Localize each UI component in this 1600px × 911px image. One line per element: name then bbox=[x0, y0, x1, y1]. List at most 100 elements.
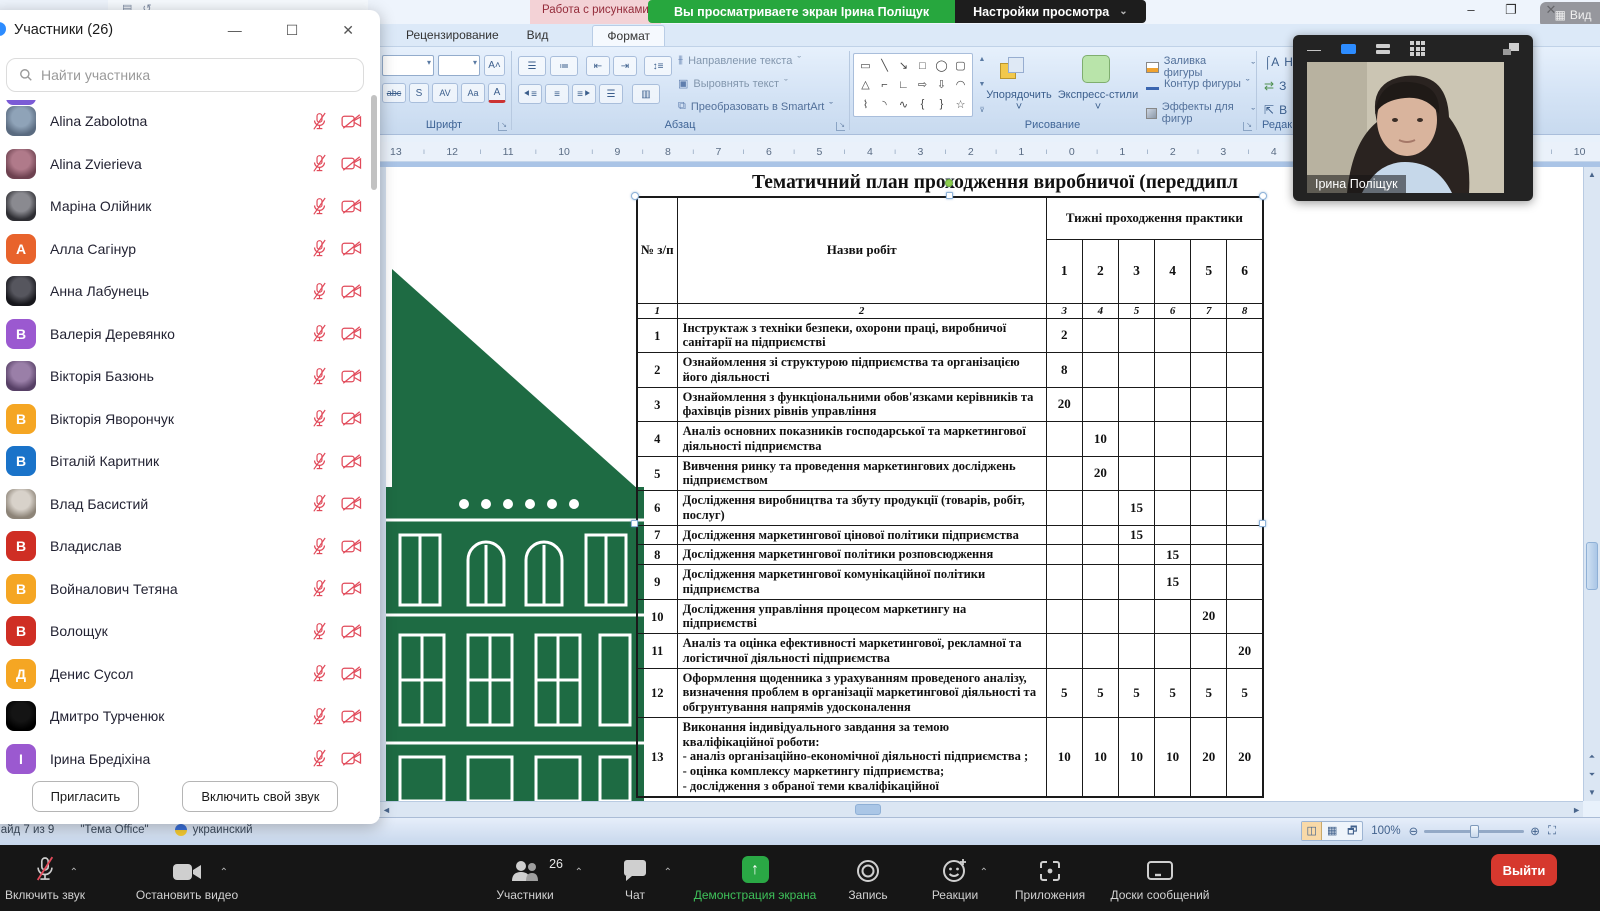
justify-button[interactable]: ☰ bbox=[599, 84, 623, 104]
shape-glyph[interactable]: ╲ bbox=[881, 59, 888, 72]
panel-close-button[interactable]: ✕ bbox=[342, 22, 354, 39]
font-dialog-launcher[interactable]: ↘ bbox=[498, 122, 507, 131]
numbering-button[interactable]: ≔ bbox=[550, 56, 578, 76]
participant-row[interactable]: Alina Zabolotna bbox=[0, 100, 380, 143]
chat-control[interactable]: ⌃ Чат bbox=[610, 853, 660, 902]
shape-glyph[interactable]: ∟ bbox=[898, 79, 909, 91]
stop-video-control[interactable]: ⌃ Остановить видео bbox=[112, 853, 262, 902]
window-minimize-button[interactable]: – bbox=[1462, 2, 1480, 18]
font-name-combo[interactable] bbox=[382, 55, 434, 76]
line-spacing-button[interactable]: ↕≡ bbox=[644, 56, 672, 76]
scroll-down-arrow[interactable]: ▼ bbox=[1584, 785, 1600, 801]
shape-glyph[interactable]: ◯ bbox=[935, 59, 947, 72]
shape-glyph[interactable]: ▭ bbox=[860, 59, 870, 72]
webcam-overlay[interactable]: — Ірина Поліщук bbox=[1293, 35, 1533, 201]
participant-row[interactable]: ВВікторія Яворончук bbox=[0, 398, 380, 441]
tab-format[interactable]: Формат bbox=[592, 25, 665, 46]
align-center-button[interactable]: ≡ bbox=[545, 84, 569, 104]
font-size-combo[interactable] bbox=[438, 55, 480, 76]
select-button[interactable]: ⇱В bbox=[1264, 103, 1287, 117]
audio-options-caret[interactable]: ⌃ bbox=[70, 867, 78, 878]
participant-row[interactable]: ІІрина Бредіхіна bbox=[0, 738, 380, 781]
panel-scrollbar-thumb[interactable] bbox=[371, 95, 377, 190]
panel-minimize-button[interactable]: — bbox=[228, 22, 242, 39]
replace-button[interactable]: ⇄З bbox=[1264, 79, 1286, 93]
reactions-caret[interactable]: ⌃ bbox=[980, 867, 988, 878]
drawing-dialog-launcher[interactable]: ↘ bbox=[1243, 122, 1252, 131]
resize-handle-top-right[interactable] bbox=[1259, 192, 1267, 200]
participant-row[interactable]: ВВолощук bbox=[0, 610, 380, 653]
participant-row[interactable]: Alina Zvierieva bbox=[0, 143, 380, 186]
align-right-button[interactable]: ≡⯈ bbox=[572, 84, 596, 104]
shape-fill-button[interactable]: Заливка фигуры ˇ bbox=[1146, 55, 1255, 79]
shape-glyph[interactable]: ⌇ bbox=[863, 98, 868, 111]
vertical-scrollbar[interactable]: ▲ ⏶ ⏷ ▼ bbox=[1583, 167, 1600, 801]
participant-row[interactable]: ДДенис Сусол bbox=[0, 653, 380, 696]
increase-indent-button[interactable]: ⇥ bbox=[613, 56, 637, 76]
panel-maximize-button[interactable]: ☐ bbox=[286, 22, 299, 39]
slideshow-button[interactable]: 🗗 bbox=[1342, 822, 1362, 840]
record-control[interactable]: Запись bbox=[838, 853, 898, 902]
gallery-view-icon[interactable] bbox=[1410, 41, 1425, 56]
zoom-slider[interactable]: ⊖⊕ bbox=[1409, 824, 1540, 838]
quick-styles-button[interactable]: Экспресс-стили˅ bbox=[1056, 89, 1140, 113]
scroll-up-arrow[interactable]: ▲ bbox=[1584, 167, 1600, 183]
grow-font-button[interactable]: A˄ bbox=[484, 55, 505, 76]
active-speaker-view-icon[interactable] bbox=[1341, 44, 1356, 54]
resize-handle-mid-right[interactable] bbox=[1259, 520, 1266, 527]
view-switcher[interactable]: ◫▦🗗 bbox=[1301, 821, 1363, 841]
minimize-video-icon[interactable]: — bbox=[1307, 41, 1321, 57]
shape-glyph[interactable]: { bbox=[921, 98, 925, 110]
arrange-button[interactable]: Упорядочить˅ bbox=[976, 89, 1062, 113]
shape-glyph[interactable]: ◝ bbox=[882, 98, 886, 111]
invite-button[interactable]: Пригласить bbox=[32, 781, 140, 812]
unmute-control[interactable]: ⌃ Включить звук bbox=[0, 853, 110, 902]
whiteboards-control[interactable]: Доски сообщений bbox=[1100, 853, 1220, 902]
align-text-button[interactable]: ▣Выровнять текст ˇ bbox=[678, 77, 788, 90]
next-slide-button[interactable]: ⏷ bbox=[1584, 767, 1600, 783]
normal-view-button[interactable]: ◫ bbox=[1302, 822, 1322, 840]
shape-glyph[interactable]: ⇩ bbox=[937, 78, 946, 91]
find-button[interactable]: ⌠AН bbox=[1264, 55, 1293, 69]
align-left-button[interactable]: ⯇≡ bbox=[518, 84, 542, 104]
shape-glyph[interactable]: □ bbox=[919, 60, 926, 72]
hscroll-thumb[interactable] bbox=[855, 804, 881, 815]
tab-view[interactable]: Вид bbox=[513, 25, 563, 45]
language-indicator[interactable]: украинский bbox=[175, 824, 253, 836]
shape-glyph[interactable]: ⇨ bbox=[918, 78, 927, 91]
resize-handle-mid-left[interactable] bbox=[631, 520, 638, 527]
zoom-out-icon[interactable]: ⊖ bbox=[1409, 824, 1419, 838]
share-screen-control[interactable]: ↑ Демонстрация экрана bbox=[685, 853, 825, 902]
shadow-button[interactable]: S bbox=[409, 83, 429, 103]
video-options-caret[interactable]: ⌃ bbox=[220, 867, 228, 878]
font-color-button[interactable]: A bbox=[488, 83, 506, 103]
reactions-control[interactable]: ⌃ Реакции bbox=[920, 853, 990, 902]
shape-glyph[interactable]: ↘ bbox=[899, 59, 908, 72]
fit-to-window-button[interactable]: ⛶ bbox=[1548, 825, 1556, 838]
shape-glyph[interactable]: } bbox=[940, 98, 944, 110]
participant-row[interactable]: ВВойналович Тетяна bbox=[0, 568, 380, 611]
participant-row[interactable]: Дмитро Турченюк bbox=[0, 695, 380, 738]
chat-caret[interactable]: ⌃ bbox=[664, 867, 672, 878]
text-direction-button[interactable]: ⫵Направление текста ˇ bbox=[678, 54, 801, 67]
slide-canvas[interactable]: Тематичний план проходження виробничої (… bbox=[380, 167, 1583, 801]
view-settings-button[interactable]: Настройки просмотра⌄ bbox=[955, 0, 1146, 23]
leave-meeting-button[interactable]: Выйти bbox=[1491, 854, 1557, 886]
shapes-gallery[interactable]: ▭╲↘□◯▢△⌐∟⇨⇩◠⌇◝∿{}☆ bbox=[853, 53, 973, 117]
participant-row[interactable]: ВВалерія Деревянко bbox=[0, 313, 380, 356]
change-case-button[interactable]: Aa bbox=[461, 83, 485, 103]
rotate-handle[interactable] bbox=[945, 179, 953, 187]
participant-row[interactable]: Вікторія Базюнь bbox=[0, 355, 380, 398]
participant-row[interactable]: Влад Басистий bbox=[0, 483, 380, 526]
participant-row[interactable]: Анна Лабунець bbox=[0, 270, 380, 313]
paragraph-dialog-launcher[interactable]: ↘ bbox=[836, 122, 845, 131]
zoom-in-icon[interactable]: ⊕ bbox=[1530, 824, 1540, 838]
tab-review[interactable]: Рецензирование bbox=[392, 25, 513, 45]
horizontal-scrollbar[interactable]: ◄ ► bbox=[380, 801, 1583, 817]
shape-outline-button[interactable]: Контур фигуры ˇ bbox=[1146, 78, 1250, 90]
shape-glyph[interactable]: ☆ bbox=[956, 98, 966, 111]
participant-row[interactable]: ВВіталій Каритник bbox=[0, 440, 380, 483]
window-restore-button[interactable]: ❐ bbox=[1502, 2, 1520, 18]
zoom-slider-thumb[interactable] bbox=[1470, 825, 1479, 838]
strip-view-icon[interactable] bbox=[1376, 44, 1390, 54]
